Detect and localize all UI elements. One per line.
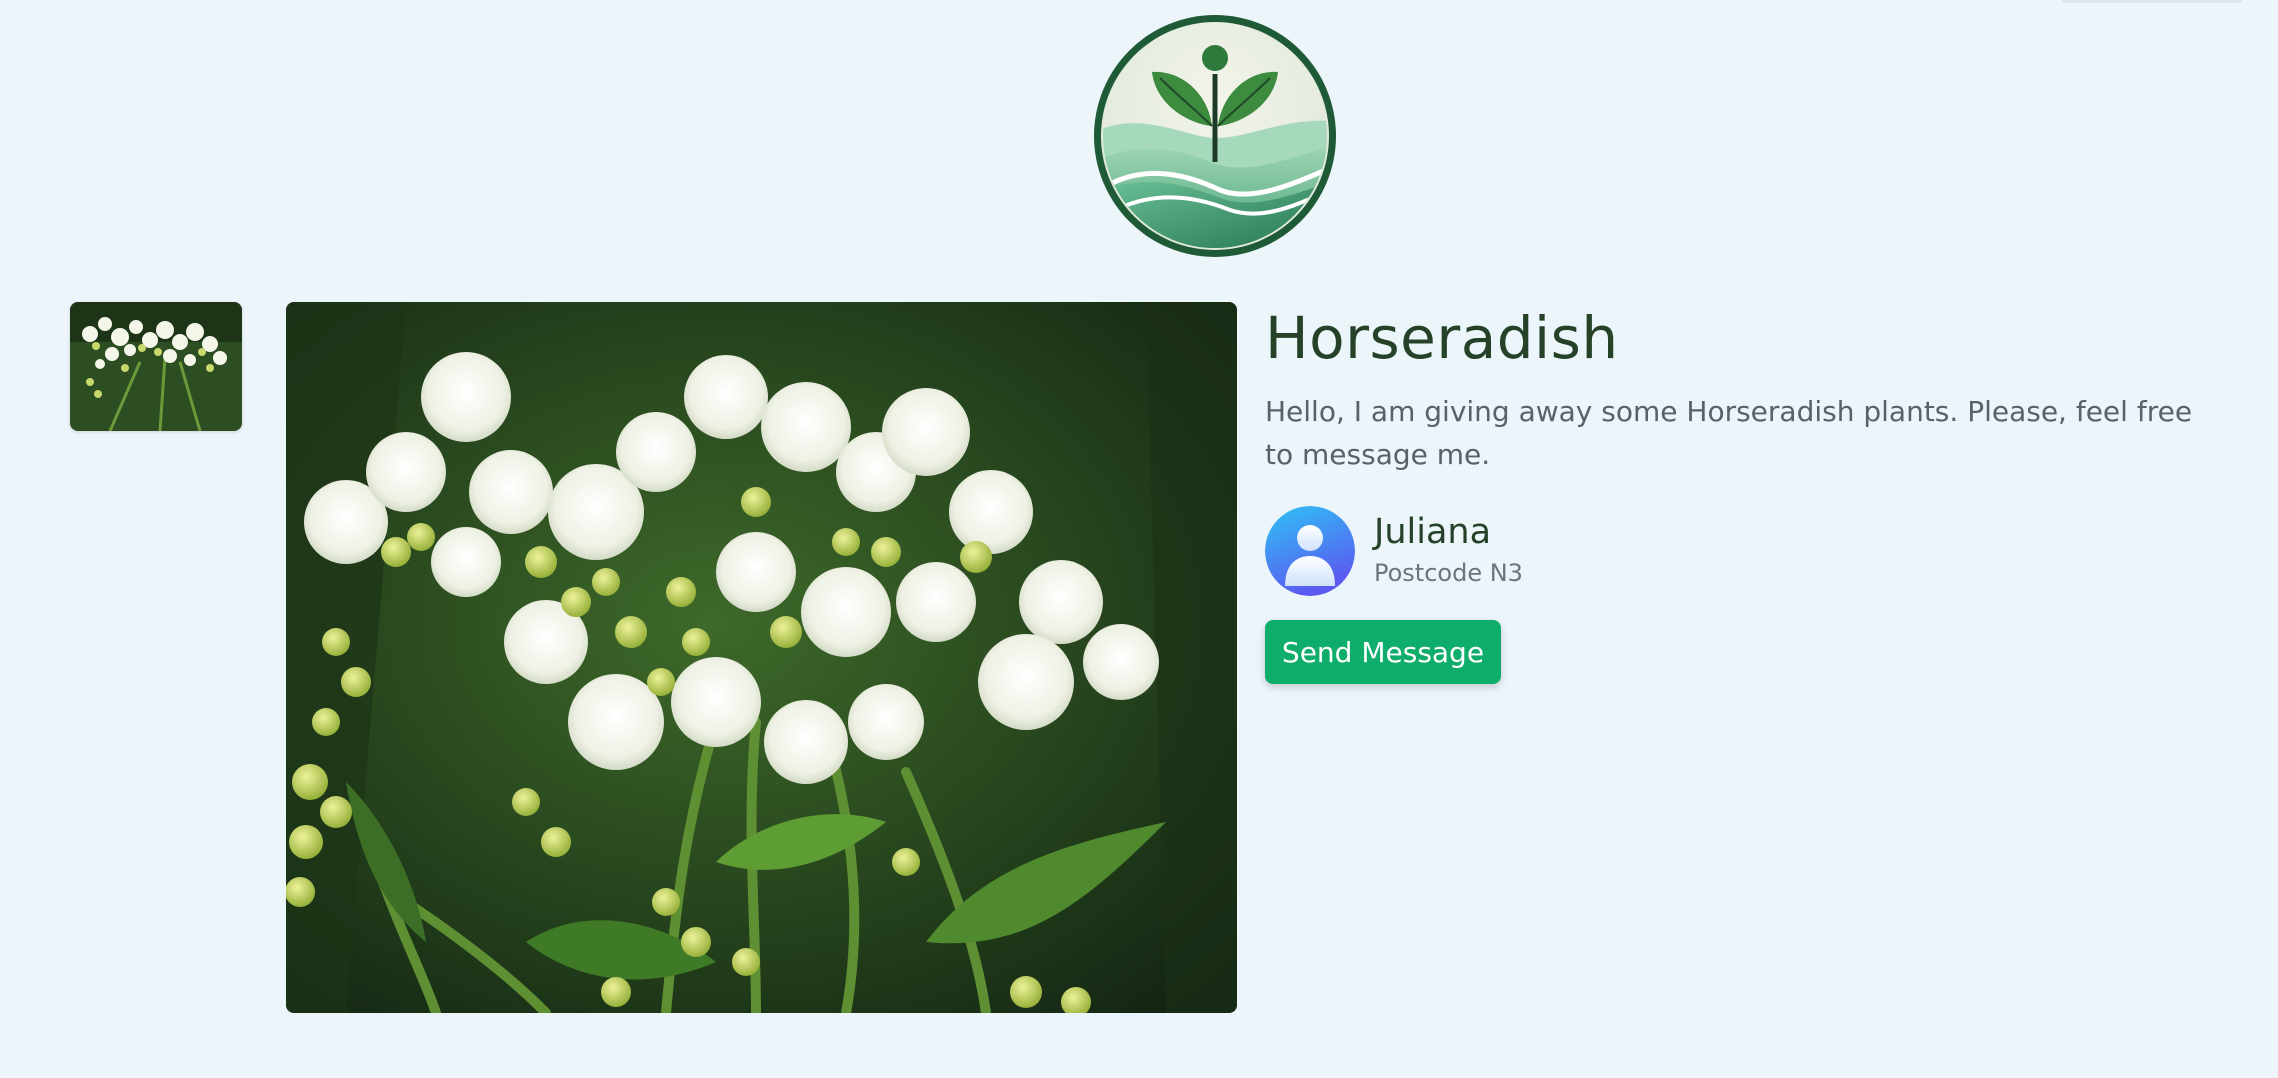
listing-description: Hello, I am giving away some Horseradish… [1265, 395, 2193, 471]
horseradish-flowers-thumbnail [70, 302, 242, 431]
site-logo[interactable] [1090, 14, 1340, 258]
owner-name: Juliana [1374, 512, 1492, 552]
listing-details: Horseradish Hello, I am giving away some… [1265, 300, 2225, 684]
horseradish-flowers-photo [286, 302, 1237, 1013]
owner-postcode: Postcode N3 [1374, 559, 1523, 587]
send-message-button[interactable]: Send Message [1265, 620, 1501, 684]
listing-title: Horseradish [1265, 304, 1619, 372]
sprout-over-waves-icon [1094, 15, 1336, 257]
thumbnail-image[interactable] [70, 302, 242, 431]
avatar[interactable] [1265, 506, 1355, 596]
main-image[interactable] [286, 302, 1237, 1013]
owner-info: Juliana Postcode N3 [1265, 506, 2225, 596]
user-avatar-icon [1265, 506, 1355, 596]
top-edge-bar [2062, 0, 2242, 3]
